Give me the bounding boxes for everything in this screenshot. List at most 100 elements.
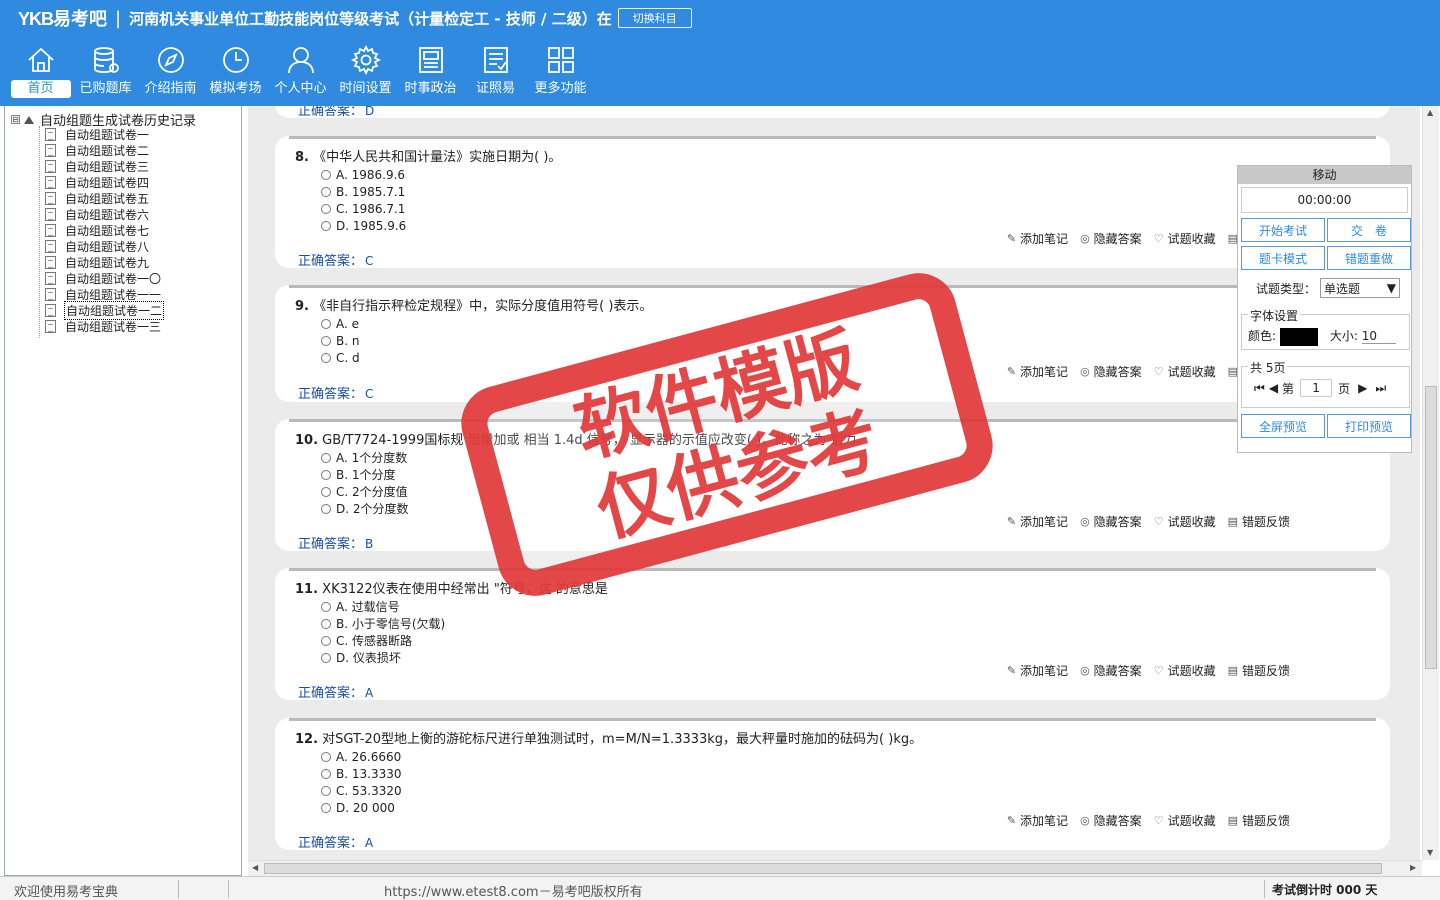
vertical-scrollbar[interactable]: ▲ ▼ — [1422, 106, 1439, 860]
tree-item-selected[interactable]: 自动组题试卷一二 — [45, 300, 165, 320]
favorite-button[interactable]: ♡ 试题收藏 — [1154, 812, 1216, 829]
add-note-button[interactable]: ✎ 添加笔记 — [1007, 662, 1068, 679]
first-page-icon[interactable]: ⏮ — [1254, 381, 1265, 396]
page-input[interactable]: 1 — [1300, 379, 1333, 397]
radio-button[interactable] — [321, 335, 331, 346]
radio-button[interactable] — [321, 186, 331, 197]
report-error-button[interactable]: ▤错题反馈 — [1228, 812, 1290, 829]
add-note-button[interactable]: ✎ 添加笔记 — [1007, 513, 1068, 530]
radio-button[interactable] — [321, 220, 331, 231]
radio-button[interactable] — [321, 169, 331, 180]
scroll-up-icon[interactable]: ▲ — [1427, 108, 1433, 117]
next-page-icon[interactable]: ▶ — [1358, 381, 1367, 395]
hide-answer-button[interactable]: ◎ 隐藏答案 — [1080, 230, 1142, 247]
hide-answer-button[interactable]: ◎ 隐藏答案 — [1080, 812, 1142, 829]
option[interactable]: A. 1986.9.6 — [321, 166, 406, 183]
last-page-icon[interactable]: ⏭ — [1375, 381, 1386, 396]
tree-item[interactable]: 自动组题试卷三 — [45, 158, 164, 174]
option[interactable]: B. 小于零信号(欠载) — [321, 615, 445, 632]
tree-item[interactable]: 自动组题试卷五 — [45, 190, 164, 206]
option[interactable]: A. e — [321, 315, 360, 332]
favorite-button[interactable]: ♡ 试题收藏 — [1154, 363, 1216, 380]
tree-item[interactable]: 自动组题试卷九 — [45, 254, 164, 270]
option[interactable]: D. 仪表损坏 — [321, 649, 445, 666]
radio-button[interactable] — [321, 452, 331, 463]
favorite-button[interactable]: ♡ 试题收藏 — [1154, 230, 1216, 247]
radio-button[interactable] — [321, 486, 331, 497]
nav-mock-exam[interactable]: 模拟考场 — [203, 44, 268, 104]
favorite-button[interactable]: ♡ 试题收藏 — [1154, 662, 1216, 679]
option[interactable]: C. 1986.7.1 — [321, 200, 406, 217]
scroll-thumb[interactable] — [264, 863, 1382, 874]
nav-home[interactable]: 首页 — [8, 44, 73, 104]
nav-current-affairs[interactable]: 时事政治 — [398, 44, 463, 104]
radio-button[interactable] — [321, 802, 331, 813]
option[interactable]: A. 1个分度数 — [321, 449, 409, 466]
option[interactable]: D. 2个分度数 — [321, 500, 409, 517]
tree-item[interactable]: 自动组题试卷二 — [45, 142, 164, 158]
submit-button[interactable]: 交 卷 — [1327, 218, 1411, 242]
option[interactable]: B. 1个分度 — [321, 466, 409, 483]
scroll-left-icon[interactable]: ◀ — [252, 863, 258, 872]
option[interactable]: C. d — [321, 349, 360, 366]
question-type-select[interactable]: 单选题 ▼ — [1320, 278, 1401, 298]
tree-item[interactable]: 自动组题试卷六 — [45, 206, 164, 222]
panel-drag-handle[interactable]: 移动 — [1238, 166, 1411, 184]
option[interactable]: A. 26.6660 — [321, 748, 402, 765]
radio-button[interactable] — [321, 469, 331, 480]
option[interactable]: C. 传感器断路 — [321, 632, 445, 649]
radio-button[interactable] — [321, 652, 331, 663]
nav-certificate[interactable]: 证照易 — [463, 44, 528, 104]
scroll-right-icon[interactable]: ▶ — [1410, 863, 1416, 872]
redo-wrong-button[interactable]: 错题重做 — [1327, 246, 1411, 270]
radio-button[interactable] — [321, 618, 331, 629]
radio-button[interactable] — [321, 768, 331, 779]
print-preview-button[interactable]: 打印预览 — [1327, 414, 1411, 438]
tree-item[interactable]: 自动组题试卷一 — [45, 126, 164, 142]
option[interactable]: B. 13.3330 — [321, 765, 402, 782]
radio-button[interactable] — [321, 203, 331, 214]
color-picker[interactable] — [1280, 327, 1319, 346]
nav-profile[interactable]: 个人中心 — [268, 44, 333, 104]
report-error-button[interactable]: ▤错题反馈 — [1228, 513, 1290, 530]
report-error-button[interactable]: ▤错题反馈 — [1228, 662, 1290, 679]
fullscreen-preview-button[interactable]: 全屏预览 — [1241, 414, 1325, 438]
prev-page-icon[interactable]: ◀ — [1269, 381, 1278, 395]
tree-item[interactable]: 自动组题试卷四 — [45, 174, 164, 190]
radio-button[interactable] — [321, 751, 331, 762]
horizontal-scrollbar[interactable]: ◀ ▶ — [248, 860, 1422, 876]
option[interactable]: A. 过载信号 — [321, 598, 445, 615]
option[interactable]: D. 1985.9.6 — [321, 217, 406, 234]
tree-item[interactable]: 自动组题试卷七 — [45, 222, 164, 238]
nav-guide[interactable]: 介绍指南 — [138, 44, 203, 104]
add-note-button[interactable]: ✎ 添加笔记 — [1007, 230, 1068, 247]
favorite-button[interactable]: ♡ 试题收藏 — [1154, 513, 1216, 530]
option[interactable]: D. 20 000 — [321, 799, 402, 816]
nav-time-settings[interactable]: 时间设置 — [333, 44, 398, 104]
radio-button[interactable] — [321, 785, 331, 796]
option[interactable]: C. 2个分度值 — [321, 483, 409, 500]
hide-answer-button[interactable]: ◎ 隐藏答案 — [1080, 513, 1142, 530]
start-exam-button[interactable]: 开始考试 — [1241, 218, 1325, 242]
hide-answer-button[interactable]: ◎ 隐藏答案 — [1080, 363, 1142, 380]
switch-subject-button[interactable]: 切换科目 — [617, 8, 692, 28]
tree-item[interactable]: 自动组题试卷八 — [45, 238, 164, 254]
hide-answer-button[interactable]: ◎ 隐藏答案 — [1080, 662, 1142, 679]
tree-item[interactable]: 自动组题试卷一三 — [45, 318, 164, 334]
tree-item[interactable]: 自动组题试卷一〇 — [45, 270, 164, 286]
nav-more[interactable]: 更多功能 — [528, 44, 593, 104]
radio-button[interactable] — [321, 352, 331, 363]
add-note-button[interactable]: ✎ 添加笔记 — [1007, 363, 1068, 380]
radio-button[interactable] — [321, 635, 331, 646]
radio-button[interactable] — [321, 601, 331, 612]
radio-button[interactable] — [321, 318, 331, 329]
option[interactable]: B. 1985.7.1 — [321, 183, 406, 200]
card-mode-button[interactable]: 题卡模式 — [1241, 246, 1325, 270]
scroll-thumb[interactable] — [1425, 386, 1437, 669]
add-note-button[interactable]: ✎ 添加笔记 — [1007, 812, 1068, 829]
font-size-input[interactable]: 10 — [1361, 329, 1396, 344]
radio-button[interactable] — [321, 503, 331, 514]
option[interactable]: C. 53.3320 — [321, 782, 402, 799]
option[interactable]: B. n — [321, 332, 360, 349]
collapse-icon[interactable]: ⊟ — [11, 115, 20, 124]
